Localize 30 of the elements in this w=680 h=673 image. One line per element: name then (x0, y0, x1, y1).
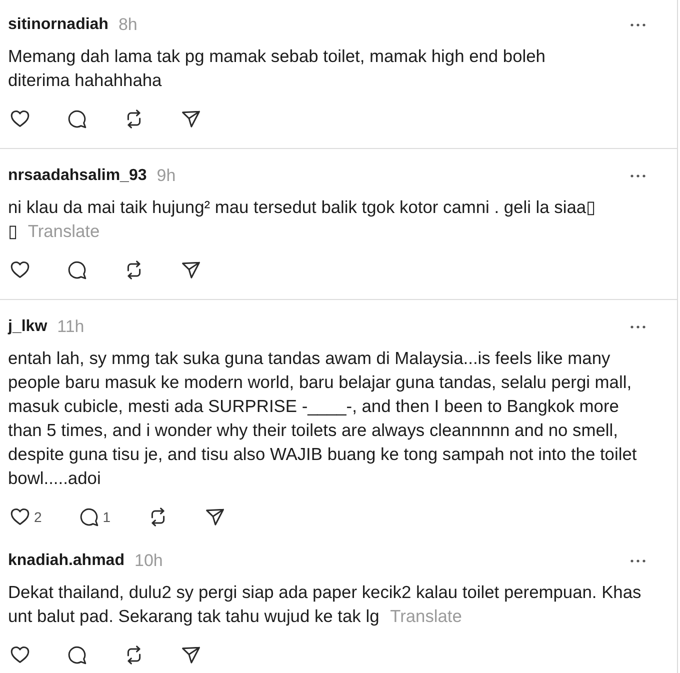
like-button[interactable]: 2 (2, 505, 50, 529)
paper-plane-icon (181, 260, 201, 280)
speech-bubble-icon (67, 645, 87, 665)
ellipsis-icon[interactable] (630, 23, 646, 27)
ellipsis-icon[interactable] (630, 559, 646, 563)
post-time: 8h (118, 15, 138, 35)
heart-icon (10, 109, 30, 129)
heart-icon (10, 645, 30, 665)
speech-bubble-icon (67, 260, 87, 280)
username[interactable]: nrsaadahsalim_93 (8, 166, 147, 186)
speech-bubble-icon (78, 507, 99, 527)
post-time: 11h (57, 317, 84, 337)
username[interactable]: j_lkw (8, 317, 48, 337)
reply-button[interactable]: 1 (70, 505, 119, 529)
ellipsis-icon[interactable] (630, 174, 646, 178)
post-time: 10h (134, 551, 163, 571)
post-time: 9h (156, 166, 176, 186)
username[interactable]: sitinornadiah (8, 15, 108, 35)
heart-icon (10, 260, 30, 280)
post-text: entah lah, sy mmg tak suka guna tandas awam di Malaysia...is feels like many people baru masuk ke modern world, baru belajar guna tandas, selalu pergi mall, masuk cubicle, mesti ada SURPRISE -____-, and then I been to Bangkok more than 5 times, and i wonder why their toilets are always cleannnnn and no smell, despite guna tisu je, and tisu also WAJIB buang ke tong sampah not into the toilet bowl.....adoi (8, 347, 638, 490)
paper-plane-icon (204, 507, 225, 527)
ellipsis-icon[interactable] (630, 325, 646, 329)
paper-plane-icon (181, 109, 201, 129)
post-text: Dekat thailand, dulu2 sy pergi siap ada paper kecik2 kalau toilet perempuan. Khas unt balut pad. Sekarang tak tahu wujud ke tak lg Translate (8, 581, 642, 628)
heart-icon (10, 507, 30, 527)
post-text: ni klau da mai taik hujung² mau tersedut balik tgok kotor camni . geli la siaa▯ ▯ Translate (8, 196, 596, 243)
speech-bubble-icon (67, 109, 87, 129)
username[interactable]: knadiah.ahmad (8, 551, 124, 571)
paper-plane-icon (181, 645, 201, 665)
post-text: Memang dah lama tak pg mamak sebab toilet, mamak high end boleh diterima hahahhaha (8, 45, 546, 92)
